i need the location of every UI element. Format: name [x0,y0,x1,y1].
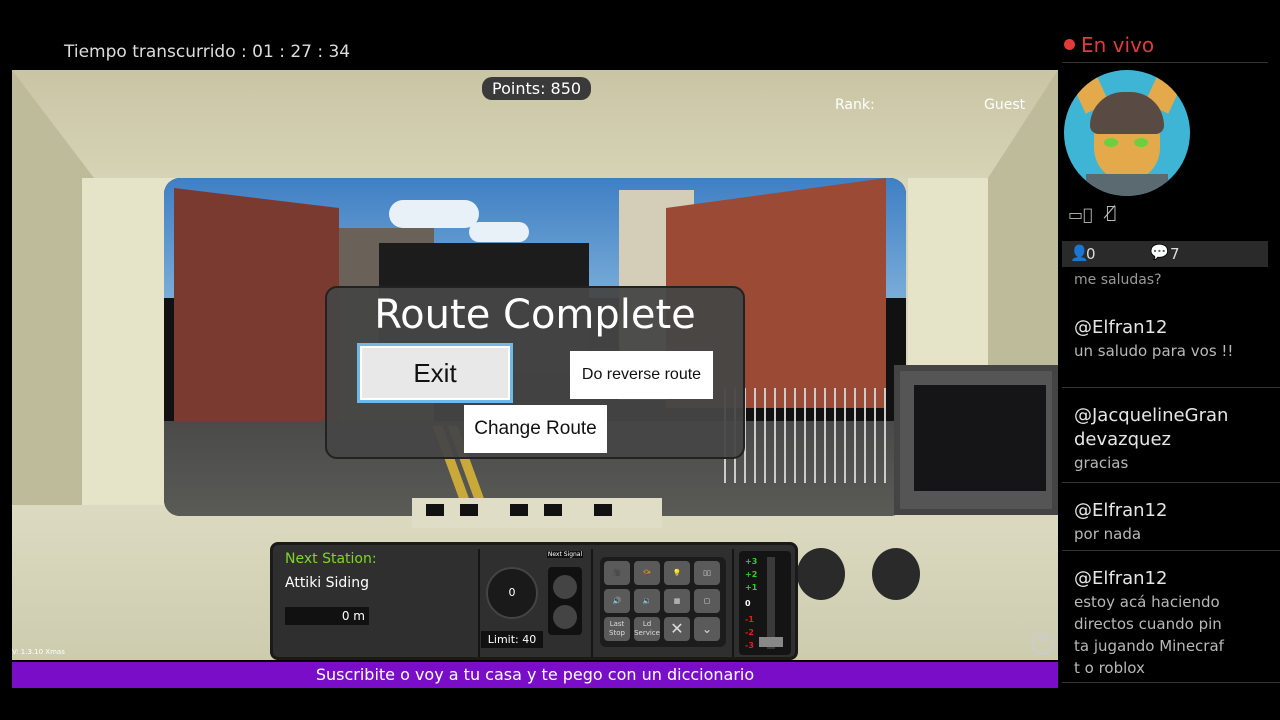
throttle-lever[interactable]: +3 +2 +1 0 -1 -2 -3 [739,551,791,655]
service-button[interactable]: Ld Service [634,617,660,641]
live-indicator: En vivo [1064,33,1154,57]
elapsed-time: Tiempo transcurrido : 01 : 27 : 34 [64,42,351,62]
throttle-handle[interactable] [759,637,783,647]
camera-off-icon: ▭⃥ [1068,205,1093,224]
throttle-slot [767,557,775,649]
chat-message: @Elfran12 un saludo para vos !! [1062,300,1280,388]
throttle-label: +2 [745,570,758,579]
chat-username: @Elfran12 [1074,317,1168,338]
side-monitor-screen [914,385,1046,491]
building-left [174,188,339,458]
chat-text: un saludo para vos !! [1074,342,1234,360]
map-icon[interactable]: ▦ [664,589,690,613]
chat-text: gracias [1074,454,1129,472]
throttle-label: +3 [745,557,758,566]
chat-message: @Elfran12 por nada [1062,483,1280,551]
dash-strip [412,498,662,528]
cab-panel-right [908,178,988,368]
last-stop-button[interactable]: Last Stop [604,617,630,641]
help-icon[interactable]: ? [1032,633,1054,655]
throttle-label: -3 [745,641,754,650]
announce-icon[interactable]: 🔉 [634,589,660,613]
next-signal-label: Next Signal [547,551,583,558]
hud-divider [591,549,593,657]
next-station-name: Attiki Siding [285,575,369,591]
chat-text: estoy acá haciendo directos cuando pinta… [1074,593,1224,677]
change-route-button[interactable]: Change Route [464,405,607,453]
lights-icon[interactable]: 💡 [664,561,690,585]
speaker-icon[interactable]: 🔊 [604,589,630,613]
comment-count: 7 [1170,245,1180,263]
cab-panel-left [82,178,177,508]
dialog-title: Route Complete [374,292,696,338]
throttle-label: -1 [745,615,754,624]
live-dot-icon [1064,39,1075,50]
dash-knob[interactable] [797,548,845,600]
stream-ticker: Suscribite o voy a tu casa y te pego con… [12,662,1058,688]
chat-message: @JacquelineGrandevazquez gracias [1062,388,1280,483]
sidebar-divider [1062,62,1268,63]
hud-divider [478,549,480,657]
chat-text: por nada [1074,525,1142,543]
next-station-label: Next Station: [285,551,377,567]
camera-icon[interactable]: 🎥 [604,561,630,585]
cloud [469,222,529,242]
chat-username: @JacquelineGrandevazquez [1074,405,1229,450]
chevron-down-icon[interactable]: ⌄ [694,617,720,641]
throttle-label: -2 [745,628,754,637]
avatar-body [1086,174,1168,196]
chat-message: @Elfran12 estoy acá haciendo directos cu… [1062,551,1280,683]
side-monitor [894,365,1058,515]
cloud [389,200,479,228]
route-complete-dialog: Route Complete Exit Do reverse route Cha… [325,286,745,459]
player-name: Guest [984,97,1026,113]
signal-light [553,575,577,599]
fence [724,388,894,483]
rank-label: Rank: [835,97,875,113]
dash-knob[interactable] [872,548,920,600]
train-hud: Next Station: Attiki Siding 0 m 0 Limit:… [270,542,798,660]
control-buttons: 🎥 📯 💡 ▯▯ 🔊 🔉 ▦ ▢ Last Stop Ld Service ✕ … [600,557,726,647]
doors-icon[interactable]: ▯▯ [694,561,720,585]
chat-username: @Elfran12 [1074,500,1168,521]
game-version: V: 1.3.10 Xmas [12,648,65,656]
avatar [1064,70,1190,196]
viewer-count: 0 [1086,245,1096,263]
chat-username: @Elfran12 [1074,568,1168,589]
chat-panel[interactable]: me saludas? @Elfran12 un saludo para vos… [1062,268,1280,688]
signal-indicator [548,567,582,635]
close-icon[interactable]: ✕ [664,617,690,641]
exit-button[interactable]: Exit [357,343,513,403]
mic-off-icon: 🎙̸ [1106,203,1117,223]
avatar-eyes [1104,138,1150,148]
throttle-label: 0 [745,599,751,608]
speedometer: 0 [486,567,538,619]
signal-light [553,605,577,629]
distance-readout: 0 m [285,607,369,625]
live-label: En vivo [1081,33,1155,57]
horn-icon[interactable]: 📯 [634,561,660,585]
reverse-route-button[interactable]: Do reverse route [570,351,713,399]
throttle-label: +1 [745,583,758,592]
speed-limit: Limit: 40 [481,631,543,648]
stream-stats: 👤 0 💬 7 [1062,241,1268,267]
points-counter: Points: 850 [482,77,592,100]
chat-cutoff-text: me saludas? [1074,272,1162,288]
hud-divider [732,549,734,657]
comment-icon: 💬 [1150,243,1169,261]
screen-icon[interactable]: ▢ [694,589,720,613]
